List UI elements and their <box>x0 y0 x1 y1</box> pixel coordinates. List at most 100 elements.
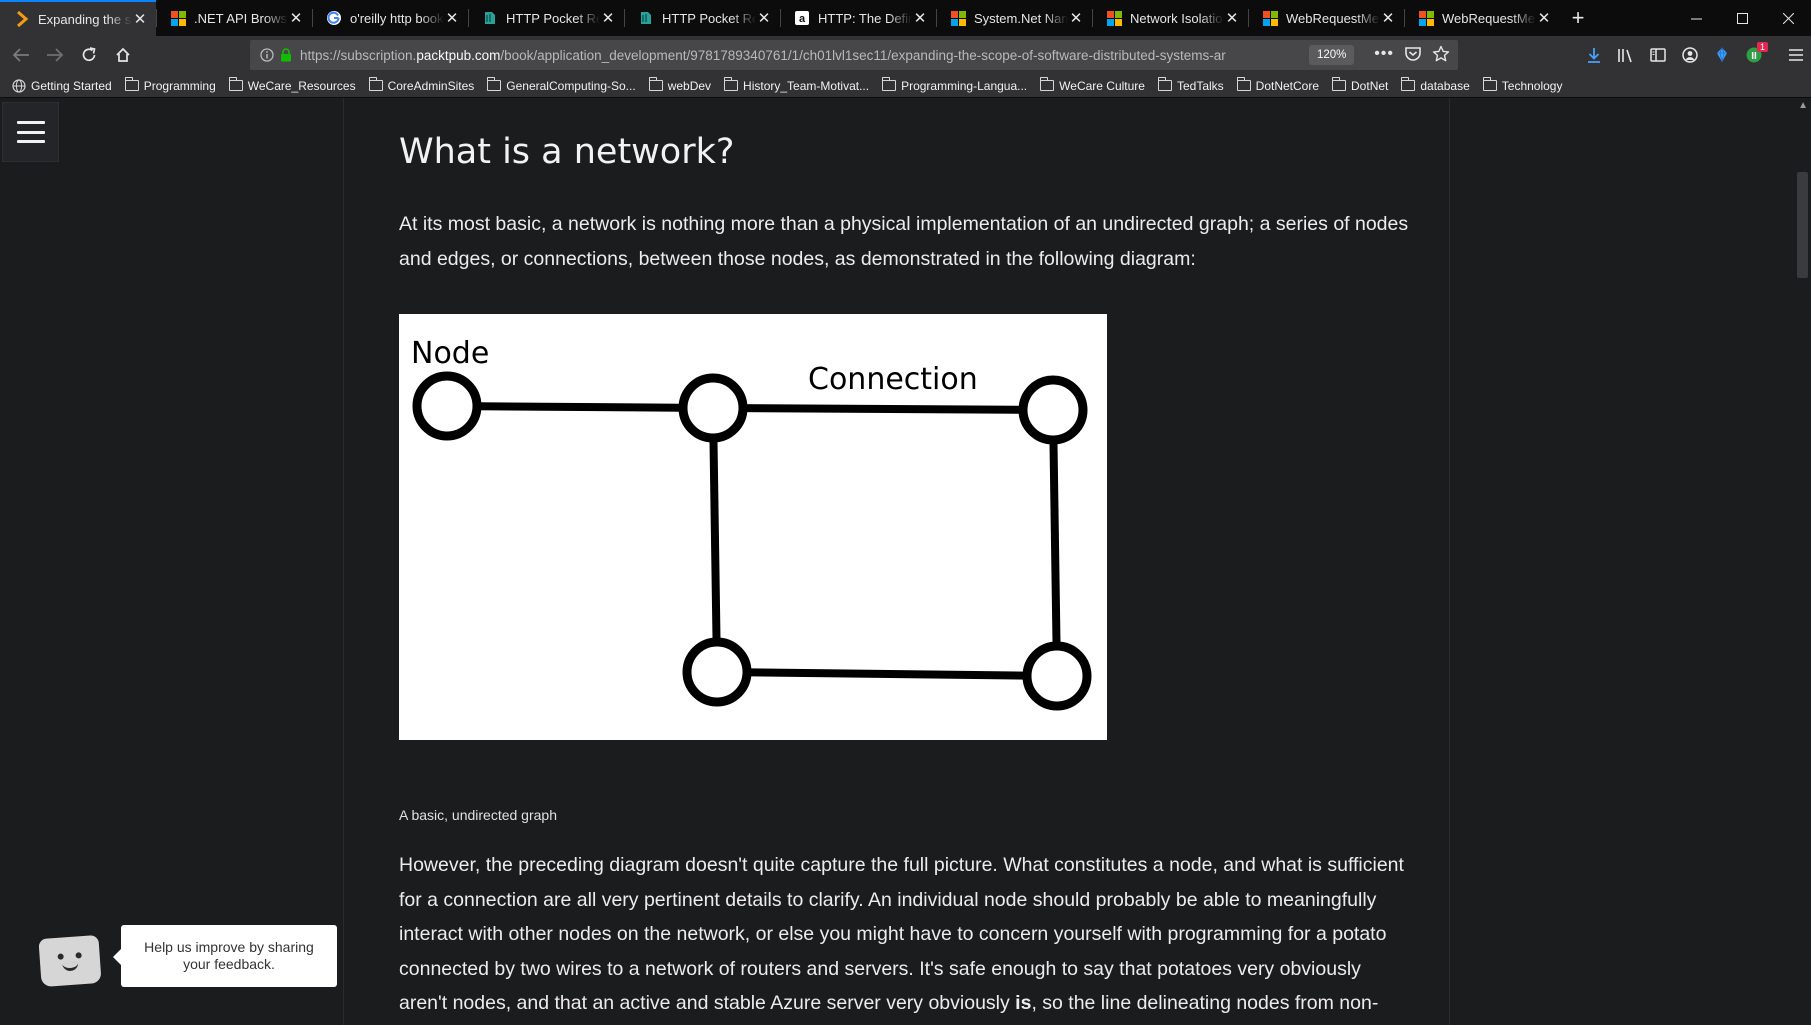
tab-3[interactable]: HTTP Pocket Refe✕ <box>468 0 624 36</box>
forward-button[interactable] <box>38 40 72 70</box>
folder-icon <box>1482 77 1497 91</box>
tab-7[interactable]: Network Isolation ✕ <box>1092 0 1248 36</box>
close-tab-icon[interactable]: ✕ <box>444 10 460 27</box>
page-actions-icon[interactable]: ••• <box>1374 45 1394 63</box>
account-button[interactable] <box>1676 40 1704 70</box>
bookmark-star-icon[interactable] <box>1432 45 1450 63</box>
close-tab-icon[interactable]: ✕ <box>912 10 928 27</box>
folder-icon <box>1332 77 1347 91</box>
maximize-button[interactable] <box>1719 0 1765 36</box>
tab-6[interactable]: System.Net Name✕ <box>936 0 1092 36</box>
close-tab-icon[interactable]: ✕ <box>1224 10 1240 27</box>
feedback-tooltip[interactable]: Help us improve by sharing your feedback… <box>113 925 337 987</box>
tab-title: Expanding the sco <box>38 11 132 27</box>
library-button[interactable] <box>1612 40 1640 70</box>
bookmark-8[interactable]: WeCare Culture <box>1040 77 1145 93</box>
bookmark-13[interactable]: Technology <box>1482 77 1563 93</box>
new-tab-button[interactable]: + <box>1560 0 1596 36</box>
info-icon[interactable] <box>260 48 274 62</box>
google-icon <box>326 10 342 26</box>
reload-button[interactable] <box>72 40 106 70</box>
bookmark-label: WeCare Culture <box>1059 78 1145 93</box>
node-c <box>1018 375 1088 445</box>
reader-menu-button[interactable] <box>2 102 59 162</box>
minimize-button[interactable] <box>1673 0 1719 36</box>
microsoft-icon <box>1418 10 1434 26</box>
bookmarks-toolbar: Getting Started Programming WeCare_Resourc… <box>0 74 1811 98</box>
tab-8[interactable]: WebRequestMeth ✕ <box>1248 0 1404 36</box>
close-tab-icon[interactable]: ✕ <box>132 11 148 28</box>
bookmark-9[interactable]: TedTalks <box>1157 77 1224 93</box>
close-tab-icon[interactable]: ✕ <box>1380 10 1396 27</box>
body-text: However, the preceding diagram doesn't q… <box>399 854 1404 1014</box>
tab-5[interactable]: a HTTP: The Definiti✕ <box>780 0 936 36</box>
close-tab-icon[interactable]: ✕ <box>756 10 772 27</box>
bookmark-4[interactable]: GeneralComputing-So... <box>487 77 636 93</box>
open-menu-button[interactable] <box>1782 40 1810 70</box>
back-arrow-icon <box>12 48 29 62</box>
bookmark-2[interactable]: WeCare_Resources <box>228 77 356 93</box>
body-paragraph: However, the preceding diagram doesn't q… <box>399 848 1409 1025</box>
pocket-icon[interactable] <box>1404 45 1422 63</box>
node-a <box>412 371 482 441</box>
folder-icon <box>368 77 383 91</box>
zoom-indicator[interactable]: 120% <box>1309 45 1355 65</box>
edge-node-b-d <box>709 407 721 673</box>
edge-node-a-b <box>446 402 714 412</box>
downloads-button[interactable] <box>1580 40 1608 70</box>
url-text[interactable]: https://subscription.packtpub.com/book/a… <box>300 48 1300 63</box>
close-window-button[interactable] <box>1765 0 1811 36</box>
scrollbar-thumb[interactable] <box>1797 172 1808 278</box>
tab-title: HTTP Pocket Refe <box>662 10 756 26</box>
bookmark-3[interactable]: CoreAdminSites <box>368 77 474 93</box>
bookmark-5[interactable]: webDev <box>648 77 711 93</box>
url-host: packtpub.com <box>416 47 501 63</box>
address-bar[interactable]: https://subscription.packtpub.com/book/a… <box>250 40 1458 70</box>
bookmark-7[interactable]: Programming-Langua... <box>882 77 1028 93</box>
bookmark-label: Programming-Langua... <box>901 78 1028 93</box>
bookmark-11[interactable]: DotNet <box>1332 77 1388 93</box>
url-prefix: https://subscription. <box>300 47 417 63</box>
back-button[interactable] <box>4 40 38 70</box>
tab-list: Expanding the sco✕.NET API Browser✕o'rei… <box>0 0 1560 36</box>
tab-title: WebRequestMeth <box>1286 10 1380 26</box>
library-icon <box>1618 49 1632 63</box>
feedback-face-icon[interactable] <box>38 934 102 988</box>
figure-caption: A basic, undirected graph <box>399 807 557 823</box>
tab-title: WebRequestMeth <box>1442 10 1536 26</box>
tab-title: System.Net Name <box>974 10 1068 26</box>
graph-edges <box>446 402 1061 680</box>
bookmark-6[interactable]: History_Team-Motivat... <box>724 77 869 93</box>
tab-0[interactable]: Expanding the sco✕ <box>0 0 156 36</box>
scrollbar[interactable]: ▲ <box>1794 98 1811 1025</box>
tab-4[interactable]: HTTP Pocket Refe✕ <box>624 0 780 36</box>
close-tab-icon[interactable]: ✕ <box>1068 10 1084 27</box>
extension-button[interactable] <box>1708 40 1736 70</box>
folder-icon <box>228 77 243 91</box>
close-tab-icon[interactable]: ✕ <box>288 10 304 27</box>
oreilly-icon <box>482 10 498 26</box>
tab-2[interactable]: o'reilly http book ✕ <box>312 0 468 36</box>
tab-9[interactable]: WebRequestMeth ✕ <box>1404 0 1560 36</box>
globe-icon <box>12 78 26 93</box>
close-tab-icon[interactable]: ✕ <box>600 10 616 27</box>
graph-diagram: Node Connection <box>411 336 1092 711</box>
bookmark-0[interactable]: Getting Started <box>12 79 112 93</box>
extension-badge-button[interactable]: II 1 <box>1740 40 1768 70</box>
node-b <box>678 373 748 443</box>
tab-strip: Expanding the sco✕.NET API Browser✕o'rei… <box>0 0 1811 36</box>
scroll-up-arrow-icon[interactable]: ▲ <box>1798 100 1808 111</box>
tab-1[interactable]: .NET API Browser✕ <box>156 0 312 36</box>
window-controls <box>1673 0 1811 36</box>
close-tab-icon[interactable]: ✕ <box>1536 10 1552 27</box>
home-button[interactable] <box>106 40 140 70</box>
bookmark-10[interactable]: DotNetCore <box>1236 77 1319 93</box>
folder-icon <box>724 77 739 91</box>
bookmark-12[interactable]: database <box>1401 77 1470 93</box>
bookmark-label: Technology <box>1501 78 1563 93</box>
content-left-border <box>343 98 344 1025</box>
bookmark-label: GeneralComputing-So... <box>506 78 636 93</box>
lock-icon <box>281 48 291 62</box>
bookmark-1[interactable]: Programming <box>124 77 216 93</box>
sidebar-button[interactable] <box>1644 40 1672 70</box>
